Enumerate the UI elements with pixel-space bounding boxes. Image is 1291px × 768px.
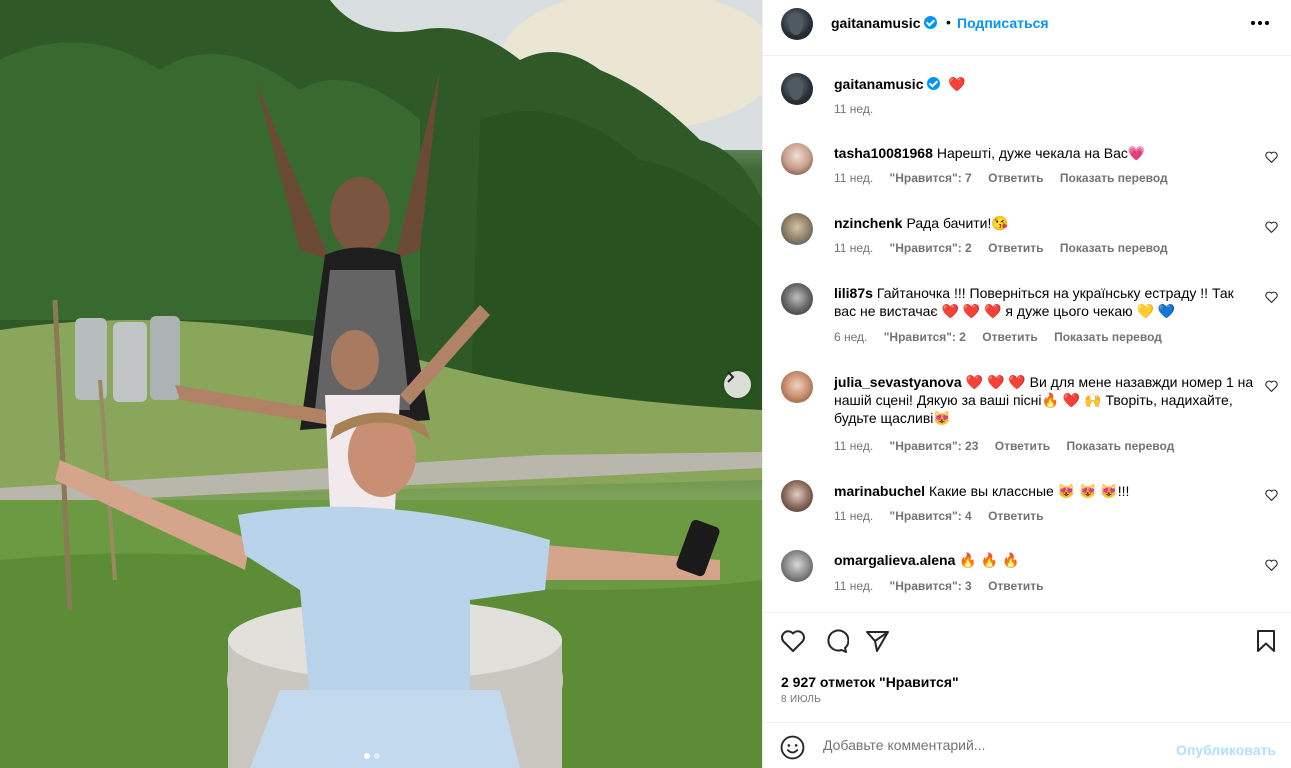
show-translation-button[interactable]: Показать перевод [1060,171,1168,185]
comment: omargalieva.alena 🔥 🔥 🔥 [834,551,1254,569]
carousel-next-button[interactable] [724,371,751,398]
carousel-dot [374,753,380,759]
comment-username[interactable]: tasha10081968 [834,145,933,161]
comment: julia_sevastyanova ❤️ ❤️ ❤️ Ви для мене н… [834,373,1254,427]
reply-button[interactable]: Ответить [982,330,1037,344]
likes-count[interactable]: 2 927 отметок "Нравится" [781,674,959,690]
commenter-avatar[interactable] [781,371,813,403]
carousel-dot-active [364,753,370,759]
post-header: gaitanamusic • Подписаться [763,0,1291,56]
commenter-avatar[interactable] [781,480,813,512]
like-heart-icon[interactable] [780,629,806,653]
share-paper-plane-icon[interactable] [865,629,891,653]
like-comment-heart-icon[interactable] [1265,221,1278,233]
reply-button[interactable]: Ответить [988,171,1043,185]
comment-meta: 11 нед. "Нравится": 4 Ответить [834,509,1057,523]
comment-meta: 6 нед. "Нравится": 2 Ответить Показать п… [834,330,1175,344]
caption: gaitanamusic ❤️ [834,76,966,93]
add-comment-bar: Опубликовать [763,722,1291,768]
verified-badge-icon [924,16,938,29]
comment-body: Нарешті, дуже чекала на Вас💗 [936,145,1146,161]
reply-button[interactable]: Ответить [988,509,1043,523]
commenter-avatar[interactable] [781,283,813,315]
commenter-avatar[interactable] [781,550,813,582]
photo-illustration [0,0,762,768]
comment-likes[interactable]: "Нравится": 23 [890,439,979,453]
post-date: 8 ИЮЛЬ [781,694,822,705]
comment-username[interactable]: lili87s [834,285,873,301]
chevron-right-icon [727,371,735,383]
comment-meta: 11 нед. "Нравится": 3 Ответить [834,579,1057,593]
caption-text: ❤️ [948,76,966,92]
comment-username[interactable]: marinabuchel [834,483,925,499]
carousel-dots [364,753,380,759]
comment-username[interactable]: omargalieva.alena [834,552,955,568]
author-avatar[interactable] [781,8,813,40]
caption-time: 11 нед. [834,102,874,116]
like-comment-heart-icon[interactable] [1265,489,1278,501]
comment: lili87s Гайтаночка !!! Поверніться на укр… [834,284,1254,320]
comment-likes[interactable]: "Нравится": 2 [884,330,966,344]
like-comment-heart-icon[interactable] [1265,151,1278,163]
comment-likes[interactable]: "Нравится": 4 [890,509,972,523]
like-comment-heart-icon[interactable] [1265,291,1278,303]
comment-body: 🔥 🔥 🔥 [959,552,1020,568]
comment-likes[interactable]: "Нравится": 2 [890,241,972,255]
reply-button[interactable]: Ответить [995,439,1050,453]
commenter-avatar[interactable] [781,143,813,175]
comment-time: 11 нед. [834,241,874,255]
comment-likes[interactable]: "Нравится": 3 [890,579,972,593]
comment-meta: 11 нед. "Нравится": 7 Ответить Показать … [834,171,1181,185]
comment: marinabuchel Какие вы классные 😻 😻 😻!!! [834,482,1254,500]
emoji-smiley-icon[interactable] [780,735,805,760]
comment-time: 11 нед. [834,439,874,453]
more-options-icon[interactable] [1251,21,1269,25]
author-name-row: gaitanamusic [831,15,938,33]
comment-time: 11 нед. [834,579,874,593]
comment-body: Рада бачити!😘 [906,215,1009,231]
caption-avatar[interactable] [781,73,813,105]
verified-badge-icon [927,77,941,90]
follow-button[interactable]: Подписаться [957,15,1049,31]
reply-button[interactable]: Ответить [988,579,1043,593]
caption-username[interactable]: gaitanamusic [834,76,923,92]
author-username[interactable]: gaitanamusic [831,15,920,31]
comment-time: 11 нед. [834,509,874,523]
show-translation-button[interactable]: Показать перевод [1060,241,1168,255]
commenter-avatar[interactable] [781,213,813,245]
header-separator: • [946,14,951,30]
save-bookmark-icon[interactable] [1255,629,1277,653]
comment-input[interactable] [823,737,1163,753]
comment-body: Какие вы классные 😻 😻 😻!!! [929,483,1130,499]
comment-username[interactable]: julia_sevastyanova [834,374,962,390]
caption-meta: 11 нед. [834,102,886,116]
comment-meta: 11 нед. "Нравится": 2 Ответить Показать … [834,241,1181,255]
publish-button[interactable]: Опубликовать [1176,742,1276,758]
show-translation-button[interactable]: Показать перевод [1067,439,1175,453]
post-side-panel: gaitanamusic • Подписаться gaitanamusic … [762,0,1291,768]
comment-likes[interactable]: "Нравится": 7 [890,171,972,185]
comment-time: 6 нед. [834,330,868,344]
comment-bubble-icon[interactable] [823,629,849,653]
comment-body: Гайтаночка !!! Поверніться на українську… [834,285,1234,319]
post-photo[interactable] [0,0,762,768]
show-translation-button[interactable]: Показать перевод [1054,330,1162,344]
like-comment-heart-icon[interactable] [1265,380,1278,392]
comment: tasha10081968 Нарешті, дуже чекала на Вас… [834,144,1254,162]
post-actions: 2 927 отметок "Нравится" 8 ИЮЛЬ [763,612,1291,722]
comment-username[interactable]: nzinchenk [834,215,902,231]
comment-meta: 11 нед. "Нравится": 23 Ответить Показать… [834,439,1187,453]
like-comment-heart-icon[interactable] [1265,559,1278,571]
comment: nzinchenk Рада бачити!😘 [834,214,1254,232]
reply-button[interactable]: Ответить [988,241,1043,255]
comment-time: 11 нед. [834,171,874,185]
